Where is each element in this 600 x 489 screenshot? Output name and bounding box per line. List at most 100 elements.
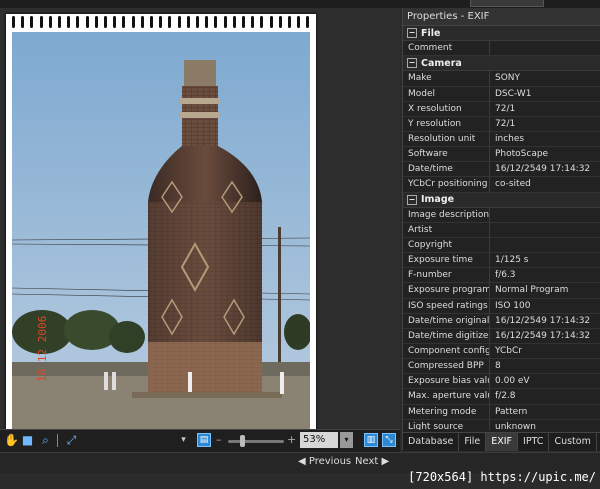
property-value[interactable]: PhotoScape: [489, 147, 600, 162]
property-value[interactable]: 16/12/2549 17:14:32: [489, 162, 600, 177]
property-row[interactable]: Resolution unit inches: [403, 131, 600, 148]
zoom-out-button[interactable]: –: [216, 433, 222, 446]
property-value[interactable]: 72/1: [489, 101, 600, 116]
property-value[interactable]: Normal Program: [489, 283, 600, 298]
collapse-icon[interactable]: −: [407, 58, 417, 69]
property-row[interactable]: Metering mode Pattern: [403, 404, 600, 420]
property-row[interactable]: Compressed BPP 8: [403, 359, 600, 375]
property-value[interactable]: f/6.3: [489, 268, 600, 283]
property-key: Exposure time: [408, 255, 473, 266]
hand-icon[interactable]: ✋: [4, 433, 19, 448]
section-header-camera[interactable]: − Camera: [403, 56, 600, 72]
collapse-icon[interactable]: −: [407, 194, 417, 205]
property-value[interactable]: [489, 41, 600, 56]
zoom-dropdown-button[interactable]: ▾: [340, 432, 353, 448]
binding-ring: [21, 16, 25, 28]
zoom-input[interactable]: 53%: [300, 432, 338, 448]
binding-ring: [269, 16, 273, 28]
tab-database[interactable]: Database: [403, 433, 460, 451]
property-value[interactable]: 0.00 eV: [489, 374, 600, 389]
tab-exif[interactable]: EXIF: [486, 433, 519, 451]
property-row[interactable]: Artist: [403, 222, 600, 238]
magnifier-icon[interactable]: ⌕: [38, 433, 53, 448]
binding-ring: [232, 16, 236, 28]
collapse-icon[interactable]: −: [407, 28, 417, 39]
property-value[interactable]: YCbCr: [489, 343, 600, 359]
select-rect-icon[interactable]: ■: [20, 433, 35, 448]
binding-ring: [278, 16, 282, 28]
chevron-down-icon[interactable]: ▾: [176, 433, 191, 448]
property-value[interactable]: unknown: [489, 419, 600, 430]
property-row[interactable]: Exposure program Normal Program: [403, 283, 600, 299]
property-key: Date/time original: [408, 315, 489, 326]
property-key: Exposure bias value: [408, 376, 489, 387]
binding-ring: [58, 16, 61, 28]
property-row[interactable]: Software PhotoScape: [403, 147, 600, 163]
property-key: Component config: [408, 346, 489, 357]
property-row[interactable]: Image description: [403, 207, 600, 223]
binding-ring: [214, 16, 218, 28]
property-value[interactable]: DSC-W1: [489, 86, 600, 101]
property-row[interactable]: Light source unknown: [403, 419, 600, 430]
property-row[interactable]: Max. aperture valuef/2.8: [403, 389, 600, 405]
property-row[interactable]: Copyright: [403, 237, 600, 254]
photo-drawing: 16 12 2006: [12, 32, 310, 429]
property-value[interactable]: [489, 207, 600, 222]
property-row[interactable]: Date/time original 16/12/2549 17:14:32: [403, 313, 600, 329]
binding-ring: [260, 16, 264, 28]
property-row[interactable]: Y resolution 72/1: [403, 116, 600, 132]
property-value[interactable]: 16/12/2549 17:14:32: [489, 328, 600, 343]
property-value[interactable]: 8: [489, 359, 600, 374]
property-value[interactable]: Pattern: [489, 404, 600, 419]
property-value[interactable]: inches: [489, 131, 600, 147]
property-row[interactable]: Comment: [403, 41, 600, 57]
binding-ring: [122, 16, 126, 28]
photo-image[interactable]: 16 12 2006: [12, 32, 310, 429]
property-value[interactable]: co-sited: [489, 177, 600, 192]
section-header-image[interactable]: − Image: [403, 192, 600, 208]
binding-ring: [205, 16, 209, 28]
zoom-slider-track[interactable]: [228, 440, 284, 443]
property-value[interactable]: f/2.8: [489, 389, 600, 404]
fit-expand-icon[interactable]: ⤢: [64, 433, 79, 448]
property-row[interactable]: Date/time 16/12/2549 17:14:32: [403, 162, 600, 178]
tab-iptc[interactable]: IPTC: [518, 433, 550, 451]
property-value[interactable]: [489, 237, 600, 253]
property-row[interactable]: YCbCr positioning co-sited: [403, 177, 600, 193]
properties-panel: Properties - EXIF − File Comment − Camera Mak…: [402, 8, 600, 451]
previous-button[interactable]: ◀ Previous: [298, 456, 351, 467]
property-value[interactable]: 16/12/2549 17:14:32: [489, 313, 600, 328]
property-value[interactable]: 1/125 s: [489, 253, 600, 268]
property-value[interactable]: [489, 222, 600, 237]
property-row[interactable]: Exposure time 1/125 s: [403, 253, 600, 269]
property-value[interactable]: SONY: [489, 71, 600, 86]
property-value[interactable]: ISO 100: [489, 298, 600, 313]
property-key: Metering mode: [408, 406, 477, 417]
property-row[interactable]: Make SONY: [403, 71, 600, 87]
property-row[interactable]: Model DSC-W1: [403, 86, 600, 102]
tab-custom[interactable]: Custom: [549, 433, 597, 451]
binding-ring: [242, 16, 245, 28]
actual-size-button[interactable]: ▥: [364, 433, 378, 447]
property-key: Light source: [408, 421, 464, 430]
section-header-file[interactable]: − File: [403, 26, 600, 42]
property-key: Comment: [408, 43, 453, 54]
zoom-slider-thumb[interactable]: [240, 435, 245, 447]
binding-ring: [39, 16, 43, 28]
property-row[interactable]: ISO speed ratings ISO 100: [403, 298, 600, 314]
view-mode-button[interactable]: ▤: [197, 433, 211, 447]
property-row[interactable]: Exposure bias value0.00 eV: [403, 374, 600, 390]
property-row[interactable]: Date/time digitized 16/12/2549 17:14:32: [403, 328, 600, 344]
property-row[interactable]: Component config YCbCr: [403, 343, 600, 360]
top-tab[interactable]: [470, 0, 544, 7]
property-key: Date/time digitized: [408, 330, 489, 341]
next-button[interactable]: Next ▶: [355, 456, 389, 467]
fit-window-button[interactable]: ⤡: [382, 433, 396, 447]
property-value[interactable]: 72/1: [489, 116, 600, 131]
zoom-in-button[interactable]: +: [287, 433, 296, 446]
tab-file[interactable]: File: [459, 433, 487, 451]
binding-ring: [177, 16, 181, 28]
binding-ring: [85, 16, 89, 28]
property-row[interactable]: F-number f/6.3: [403, 268, 600, 284]
property-row[interactable]: X resolution 72/1: [403, 101, 600, 117]
